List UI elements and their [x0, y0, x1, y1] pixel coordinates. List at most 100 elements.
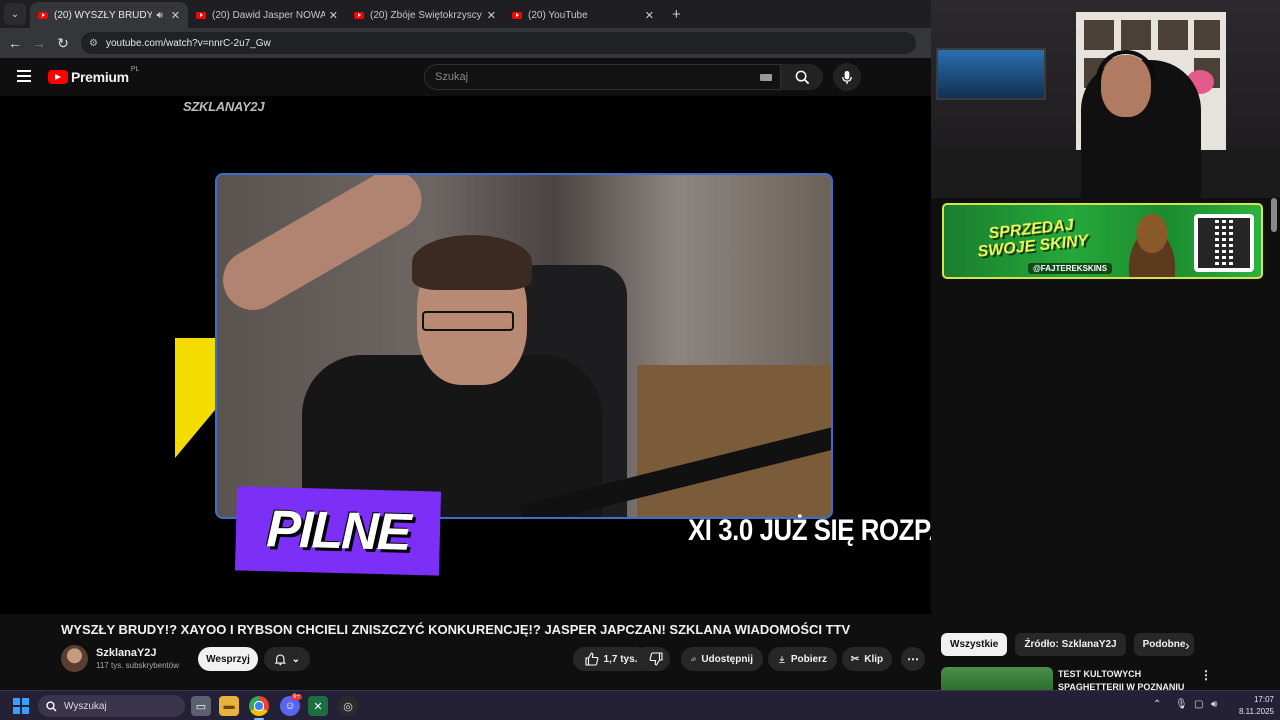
voice-search-button[interactable]	[833, 63, 861, 91]
browser-toolbar: ← → ↻ ⚙ youtube.com/watch?v=nnrC-2u7_Gw	[0, 28, 931, 58]
logo-text: Premium	[71, 69, 129, 85]
breaking-badge-text: PILNE	[265, 500, 411, 562]
forward-arrow-icon[interactable]: →	[27, 35, 51, 51]
browser-tab-strip: ⌄ (20) WYSZŁY BRUDY!? XAYO 🔊︎ ✕ (20) Daw…	[0, 0, 931, 28]
channel-avatar[interactable]	[61, 645, 88, 672]
qr-code-icon	[1194, 214, 1254, 272]
share-icon	[691, 656, 697, 662]
search-icon	[795, 70, 809, 84]
excel-icon[interactable]: ✕	[308, 696, 328, 716]
chip-source[interactable]: Źródło: SzklanaY2J	[1015, 633, 1126, 656]
yellow-accent-left	[175, 338, 215, 458]
clip-button[interactable]: ✂ Klip	[842, 647, 892, 671]
task-view-icon[interactable]: ▭	[191, 696, 211, 716]
more-vertical-icon[interactable]: ⋮	[1200, 668, 1212, 682]
channel-name[interactable]: SzklanaY2J	[96, 647, 157, 659]
tab-youtube[interactable]: (20) YouTube ✕	[504, 2, 662, 28]
taskbar: Wyszukaj ▭ ▬ ☺︎ 9+ ✕ ◎ ⌃ 🎙︎ ▢ 🔊︎ 17:07 8…	[0, 690, 1280, 720]
support-button[interactable]: Wesprzyj	[198, 647, 258, 671]
tab-close-icon[interactable]: ✕	[329, 9, 338, 22]
download-label: Pobierz	[790, 653, 827, 665]
breaking-badge: PILNE	[234, 486, 442, 576]
windows-start-icon[interactable]	[13, 698, 29, 714]
reload-icon[interactable]: ↻	[51, 35, 75, 52]
chevron-right-icon[interactable]: ›	[1185, 637, 1190, 653]
thumbs-down-icon	[649, 652, 663, 666]
site-info-icon[interactable]: ⚙	[89, 38, 98, 49]
country-code: PL	[130, 66, 140, 73]
tab-title: (20) YouTube	[528, 9, 588, 21]
chip-all[interactable]: Wszystkie	[941, 633, 1008, 656]
search-icon	[46, 700, 57, 712]
search-button[interactable]	[781, 64, 823, 90]
tab-title: (20) WYSZŁY BRUDY!? XAYO	[54, 9, 153, 21]
like-count: 1,7 tys.	[603, 653, 638, 665]
search-placeholder: Szukaj	[435, 71, 469, 83]
channel-watermark: SZKLANAY2J	[183, 99, 265, 114]
tab-close-icon[interactable]: ✕	[487, 9, 496, 22]
address-bar[interactable]: ⚙ youtube.com/watch?v=nnrC-2u7_Gw	[81, 32, 916, 54]
youtube-favicon-icon	[512, 11, 522, 19]
video-player[interactable]: SZKLANAY2J PILNE XI 3.0 JUŻ SIĘ ROZPADŁO…	[0, 96, 931, 614]
sponsor-text: SPRZEDAJ SWOJE SKINY	[976, 216, 1090, 261]
recommendation-thumbnail[interactable]	[941, 667, 1053, 691]
notifications-button[interactable]: ⌄	[264, 647, 310, 671]
youtube-favicon-icon	[38, 11, 48, 19]
speaker-icon[interactable]: 🔊︎	[156, 10, 162, 21]
tab-title: (20) Dawid Jasper NOWA GOSP	[212, 9, 325, 21]
subscriber-count: 117 tys. subskrybentów	[96, 661, 180, 670]
tab-dawid-jasper[interactable]: (20) Dawid Jasper NOWA GOSP ✕	[188, 2, 346, 28]
share-button[interactable]: Udostępnij	[681, 647, 763, 671]
more-actions-button[interactable]: ⋯	[901, 647, 925, 671]
download-icon	[779, 655, 785, 663]
search-input[interactable]: Szukaj	[424, 64, 781, 90]
tab-close-icon[interactable]: ✕	[645, 9, 654, 22]
youtube-favicon-icon	[196, 11, 206, 19]
file-explorer-icon[interactable]: ▬	[219, 696, 239, 716]
tray-expand-icon[interactable]: ⌃	[1153, 699, 1161, 710]
url-text: youtube.com/watch?v=nnrC-2u7_Gw	[105, 37, 271, 49]
dog-mascot-image	[1116, 209, 1188, 277]
tab-zboje[interactable]: (20) Zbóje Świętokrzyscy | Fejsb ✕	[346, 2, 504, 28]
taskbar-search[interactable]: Wyszukaj	[38, 695, 185, 717]
support-button-label: Wesprzyj	[206, 653, 250, 665]
like-button[interactable]: 1,7 tys.	[573, 647, 649, 671]
tab-title: (20) Zbóje Świętokrzyscy | Fejsb	[370, 9, 483, 21]
volume-icon[interactable]: 🔊︎	[1211, 699, 1217, 710]
youtube-play-icon	[48, 70, 68, 84]
youtube-logo[interactable]: Premium PL	[48, 66, 140, 85]
video-title: WYSZŁY BRUDY!? XAYOO I RYBSON CHCIELI ZN…	[61, 622, 851, 637]
recommendation-title[interactable]: TEST KULTOWYCH SPAGHETTERII W POZNANIU	[1058, 668, 1188, 690]
share-label: Udostępnij	[701, 653, 753, 665]
news-ticker: XI 3.0 JUŻ SIĘ ROZPADŁO!? DRA	[688, 514, 931, 547]
youtube-header: Premium PL Szukaj	[0, 58, 931, 96]
discord-notification-badge: 9+	[291, 694, 302, 700]
sponsor-handle: @FAJTEREKSKINS	[1028, 263, 1113, 274]
channel-row: SzklanaY2J 117 tys. subskrybentów Wesprz…	[61, 645, 931, 673]
tab-close-icon[interactable]: ✕	[171, 9, 180, 22]
more-horizontal-icon: ⋯	[907, 652, 919, 666]
recommendation-chips: Wszystkie Źródło: SzklanaY2J Podobne	[941, 633, 1195, 657]
new-tab-button[interactable]: +	[672, 6, 681, 23]
obs-icon[interactable]: ◎	[338, 696, 358, 716]
clock-date: 8.11.2025	[1239, 707, 1274, 716]
menu-icon[interactable]	[17, 70, 31, 82]
chrome-icon[interactable]	[249, 696, 269, 716]
webcam-frame	[215, 173, 833, 519]
scissors-icon: ✂	[850, 653, 860, 665]
tab-search-button[interactable]: ⌄	[4, 3, 26, 25]
page-scrollbar[interactable]	[1271, 198, 1277, 232]
tab-active[interactable]: (20) WYSZŁY BRUDY!? XAYO 🔊︎ ✕	[30, 2, 188, 28]
dislike-button[interactable]	[642, 647, 670, 671]
download-button[interactable]: Pobierz	[768, 647, 837, 671]
network-icon[interactable]: ▢	[1194, 699, 1203, 710]
microphone-tray-icon[interactable]: 🎙︎	[1175, 699, 1188, 710]
chevron-down-icon: ⌄	[291, 653, 300, 665]
back-arrow-icon[interactable]: ←	[3, 35, 27, 51]
system-clock[interactable]: 17:07 8.11.2025	[1228, 694, 1274, 718]
keyboard-icon[interactable]	[760, 74, 772, 81]
thumbs-up-icon	[584, 652, 598, 666]
clip-label: Klip	[864, 653, 884, 665]
taskbar-search-placeholder: Wyszukaj	[64, 700, 107, 712]
microphone-icon	[842, 70, 852, 84]
